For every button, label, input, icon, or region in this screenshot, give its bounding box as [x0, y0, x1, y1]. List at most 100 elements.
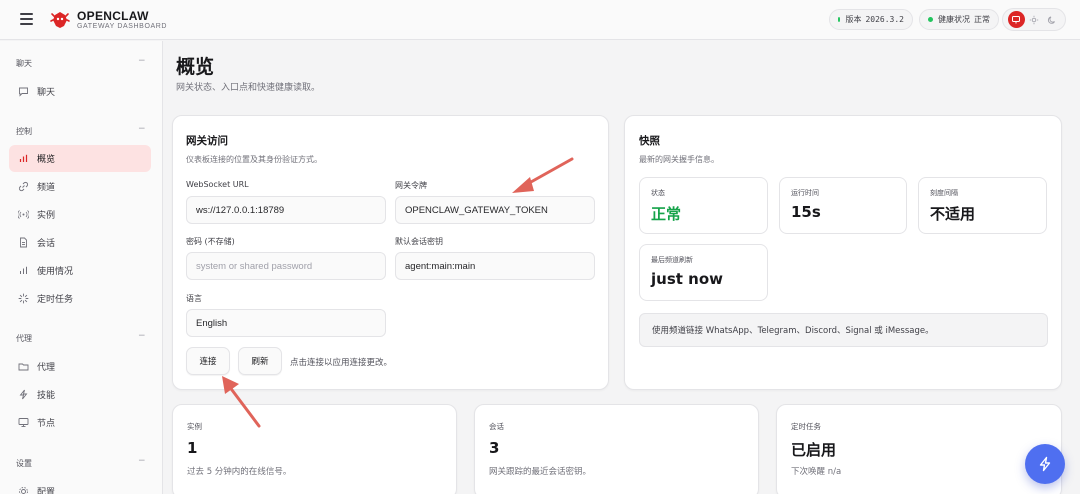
- sidebar-item-label: 技能: [37, 391, 56, 401]
- sun-icon: [1029, 15, 1039, 24]
- version-value: 2026.3.2: [865, 15, 904, 24]
- card-subtitle: 网关跟踪的最近会话密钥。: [489, 467, 592, 477]
- card-value: 已启用: [791, 441, 837, 459]
- sidebar-item-label: 实例: [37, 211, 56, 221]
- brand-subtitle: GATEWAY DASHBOARD: [77, 23, 168, 30]
- language-label: 语言: [186, 294, 202, 303]
- menu-icon[interactable]: [20, 13, 33, 25]
- sessions-card: 会话 3 网关跟踪的最近会话密钥。: [474, 404, 759, 494]
- folder-icon: [17, 361, 29, 373]
- refresh-button[interactable]: 刷新: [238, 347, 282, 375]
- version-label: 版本: [845, 15, 862, 24]
- card-label: 定时任务: [791, 422, 821, 431]
- monitor-icon: [17, 417, 29, 429]
- status-dot-icon: [838, 17, 841, 22]
- stat-label: 状态: [651, 189, 665, 197]
- lightning-icon: [1039, 456, 1051, 472]
- card-label: 实例: [187, 422, 202, 431]
- theme-dark-button[interactable]: [1044, 11, 1061, 28]
- stat-tick-interval: 刻度间隔 不适用: [918, 177, 1047, 234]
- moon-icon: [1047, 16, 1055, 24]
- sidebar-item-sessions[interactable]: 会话: [9, 229, 151, 256]
- language-select[interactable]: [186, 309, 386, 337]
- health-label: 健康状况: [938, 15, 970, 24]
- stat-value: 正常: [651, 205, 682, 223]
- sidebar-item-label: 节点: [37, 419, 56, 429]
- collapse-icon[interactable]: −: [138, 56, 146, 66]
- websocket-url-label: WebSocket URL: [186, 180, 249, 189]
- stat-label: 最后频道刷新: [651, 256, 693, 264]
- sidebar-section-control[interactable]: 控制: [16, 126, 32, 137]
- card-subtitle: 仪表板连接的位置及其身份验证方式。: [186, 155, 322, 164]
- card-label: 会话: [489, 422, 504, 431]
- sidebar: 聊天 − 聊天 控制 − 概览 频道 实例 会话 使用情况 定时任务 代理 − …: [0, 41, 163, 494]
- health-pill: 健康状况 正常: [919, 9, 999, 30]
- card-title: 网关访问: [186, 135, 228, 147]
- sidebar-item-channels[interactable]: 频道: [9, 173, 151, 200]
- collapse-icon[interactable]: −: [138, 331, 146, 341]
- sidebar-item-label: 代理: [37, 363, 56, 373]
- sidebar-item-label: 聊天: [37, 88, 56, 98]
- sidebar-item-instances[interactable]: 实例: [9, 201, 151, 228]
- broadcast-icon: [17, 209, 29, 221]
- password-input[interactable]: [186, 252, 386, 280]
- stat-label: 刻度间隔: [930, 189, 958, 197]
- stat-last-refresh: 最后频道刷新 just now: [639, 244, 768, 301]
- page-subtitle: 网关状态、入口点和快速健康读取。: [176, 83, 321, 93]
- theme-light-button[interactable]: [1026, 11, 1043, 28]
- sidebar-item-label: 会话: [37, 239, 56, 249]
- sidebar-item-agents[interactable]: 代理: [9, 353, 151, 380]
- bar-chart-icon: [17, 265, 29, 277]
- sidebar-item-nodes[interactable]: 节点: [9, 409, 151, 436]
- quick-action-button[interactable]: [1025, 444, 1065, 484]
- sidebar-item-chat[interactable]: 聊天: [9, 78, 151, 105]
- bar-chart-icon: [17, 153, 29, 165]
- card-title: 快照: [639, 135, 660, 147]
- status-dot-icon: [928, 17, 933, 22]
- page-title: 概览: [176, 56, 215, 78]
- gateway-token-label: 网关令牌: [395, 181, 427, 190]
- websocket-url-input[interactable]: [186, 196, 386, 224]
- sidebar-section-settings[interactable]: 设置: [16, 458, 32, 469]
- connect-hint: 点击连接以应用连接更改。: [290, 358, 393, 368]
- sidebar-item-overview[interactable]: 概览: [9, 145, 151, 172]
- sidebar-item-label: 频道: [37, 183, 56, 193]
- sidebar-section-agent[interactable]: 代理: [16, 333, 32, 344]
- card-subtitle: 最新的网关握手信息。: [639, 155, 719, 164]
- lobster-logo-icon: [50, 12, 70, 28]
- sidebar-item-label: 使用情况: [37, 267, 74, 277]
- cron-card: 定时任务 已启用 下次唤醒 n/a: [776, 404, 1062, 494]
- sidebar-item-config[interactable]: 配置: [9, 478, 151, 494]
- card-value: 1: [187, 439, 198, 457]
- stat-uptime: 运行时间 15s: [779, 177, 907, 234]
- health-value: 正常: [974, 15, 990, 24]
- card-value: 3: [489, 439, 500, 457]
- sidebar-section-chat[interactable]: 聊天: [16, 58, 32, 69]
- session-key-input[interactable]: [395, 252, 595, 280]
- collapse-icon[interactable]: −: [138, 456, 146, 466]
- stat-value: just now: [651, 270, 723, 288]
- theme-switcher: [1002, 8, 1066, 31]
- top-bar: OPENCLAW GATEWAY DASHBOARD 版本 2026.3.2 健…: [0, 0, 1080, 40]
- sidebar-item-skills[interactable]: 技能: [9, 381, 151, 408]
- card-subtitle: 下次唤醒 n/a: [791, 467, 842, 477]
- sidebar-item-usage[interactable]: 使用情况: [9, 257, 151, 284]
- stat-value: 不适用: [930, 205, 976, 223]
- chat-bubble-icon: [17, 86, 29, 98]
- lightning-icon: [17, 389, 29, 401]
- monitor-icon: [1012, 15, 1020, 23]
- stat-status: 状态 正常: [639, 177, 768, 234]
- sidebar-item-cron[interactable]: 定时任务: [9, 285, 151, 312]
- version-pill: 版本 2026.3.2: [829, 9, 913, 30]
- sidebar-item-label: 定时任务: [37, 295, 74, 305]
- connect-button[interactable]: 连接: [186, 347, 230, 375]
- collapse-icon[interactable]: −: [138, 124, 146, 134]
- loader-icon: [17, 293, 29, 305]
- theme-system-button[interactable]: [1007, 11, 1025, 28]
- gear-icon: [17, 486, 29, 494]
- gateway-token-input[interactable]: [395, 196, 595, 224]
- sidebar-item-label: 概览: [37, 155, 56, 165]
- stat-label: 运行时间: [791, 189, 819, 197]
- annotation-arrow-icon: [512, 157, 574, 193]
- session-key-label: 默认会话密钥: [395, 237, 443, 246]
